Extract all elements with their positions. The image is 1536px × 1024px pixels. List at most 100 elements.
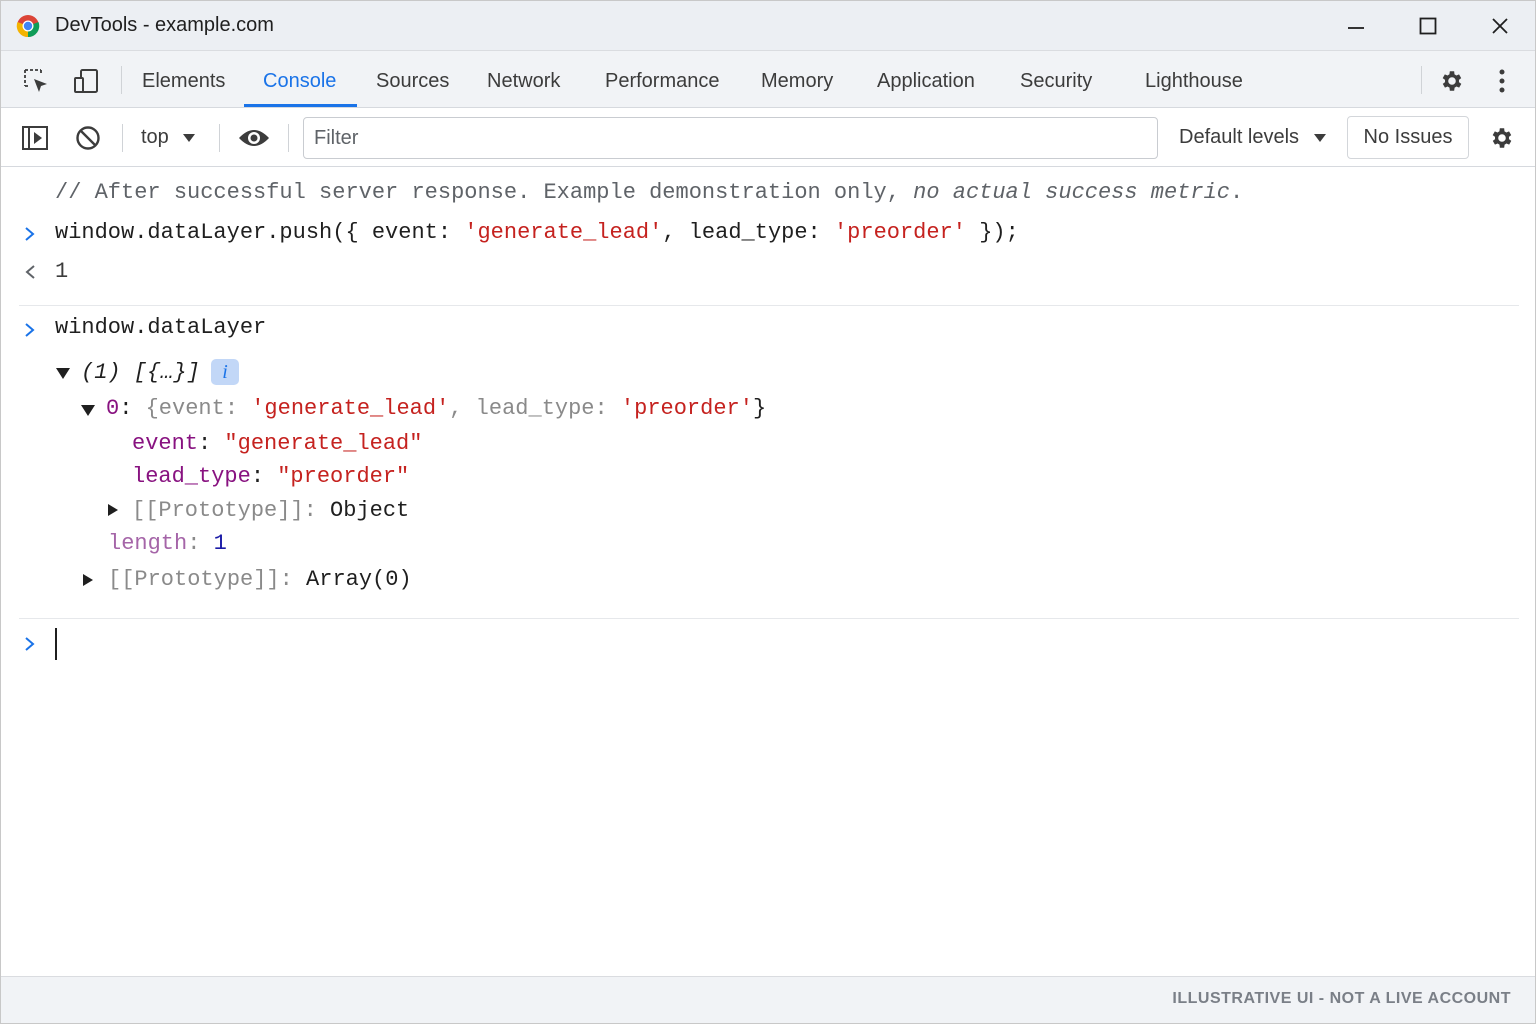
device-toggle-icon xyxy=(74,69,98,93)
property-key: lead_type xyxy=(132,464,251,489)
code-text: {event: xyxy=(145,396,252,421)
comment-end: . xyxy=(1230,180,1244,205)
chevron-down-icon xyxy=(183,134,196,142)
expand-triangle-icon[interactable] xyxy=(56,368,70,379)
eye-icon xyxy=(239,130,269,146)
input-prompt-icon xyxy=(25,227,35,241)
object-prototype[interactable]: [[Prototype]]: Object xyxy=(132,498,409,523)
tab-sources[interactable]: Sources xyxy=(376,51,449,108)
tab-memory[interactable]: Memory xyxy=(761,51,833,108)
comment-italic-text: no actual success metric xyxy=(913,180,1230,205)
show-sidebar-button[interactable] xyxy=(20,123,50,153)
clear-console-icon xyxy=(76,126,100,150)
devtools-window: DevTools - example.com Elements Console xyxy=(0,0,1536,1024)
kebab-menu-icon xyxy=(1499,69,1505,93)
console-output: // After successful server response. Exa… xyxy=(1,168,1535,976)
console-filter-input[interactable] xyxy=(303,117,1158,159)
array-index: 0 xyxy=(106,396,120,421)
property-value: Array(0) xyxy=(306,567,412,592)
message-divider xyxy=(19,305,1519,306)
issues-button[interactable]: No Issues xyxy=(1347,116,1469,159)
active-tab-indicator xyxy=(244,104,357,107)
log-levels-label: Default levels xyxy=(1179,126,1300,148)
context-selector[interactable]: top xyxy=(141,126,196,149)
property-key: length xyxy=(108,531,188,556)
console-comment: // After successful server response. Exa… xyxy=(55,180,1243,205)
property-value: 1 xyxy=(213,531,227,556)
more-options-button[interactable] xyxy=(1489,66,1515,96)
tab-console[interactable]: Console xyxy=(263,51,336,108)
console-settings-button[interactable] xyxy=(1487,123,1517,153)
tab-performance[interactable]: Performance xyxy=(605,51,720,108)
console-toolbar: top Default levels No Issues xyxy=(1,109,1535,167)
input-prompt-icon xyxy=(25,637,35,651)
property-key: event xyxy=(132,431,199,456)
array-prototype[interactable]: [[Prototype]]: Array(0) xyxy=(108,567,412,592)
code-text: : xyxy=(119,396,146,421)
devtools-settings-button[interactable] xyxy=(1437,66,1467,96)
maximize-button[interactable] xyxy=(1413,11,1443,41)
string-literal: 'preorder' xyxy=(620,396,753,421)
input-prompt-icon xyxy=(25,323,35,337)
code-text: , lead_type: xyxy=(662,220,834,245)
chrome-logo-icon xyxy=(16,15,40,38)
minimize-icon xyxy=(1348,27,1364,29)
sidebar-toggle-icon xyxy=(22,126,48,150)
array-summary[interactable]: (1) [{…}] xyxy=(81,360,200,385)
property-key: [[Prototype]] xyxy=(108,567,280,592)
tab-lighthouse[interactable]: Lighthouse xyxy=(1145,51,1243,108)
toolbar-divider xyxy=(219,124,220,152)
collapse-triangle-icon[interactable] xyxy=(83,574,93,586)
footer-bar: ILLUSTRATIVE UI - NOT A LIVE ACCOUNT xyxy=(1,976,1535,1023)
gear-icon xyxy=(1442,71,1462,91)
property-value: Object xyxy=(330,498,410,523)
toolbar-divider xyxy=(122,124,123,152)
live-expression-button[interactable] xyxy=(237,123,271,153)
console-input-line[interactable]: window.dataLayer.push({ event: 'generate… xyxy=(55,220,1019,245)
property-key: [[Prototype]] xyxy=(132,498,304,523)
string-literal: 'generate_lead' xyxy=(464,220,663,245)
maximize-icon xyxy=(1419,17,1437,35)
console-prompt-cursor[interactable] xyxy=(55,628,57,660)
code-text: , lead_type: xyxy=(449,396,621,421)
device-toolbar-button[interactable] xyxy=(71,66,101,96)
inspect-element-button[interactable] xyxy=(21,66,51,96)
panel-tab-bar: Elements Console Sources Network Perform… xyxy=(1,51,1535,108)
clear-console-button[interactable] xyxy=(73,123,103,153)
array-length: length: 1 xyxy=(108,531,227,556)
object-property: lead_type: "preorder" xyxy=(132,464,410,489)
log-levels-dropdown[interactable]: Default levels xyxy=(1179,126,1327,149)
collapse-triangle-icon[interactable] xyxy=(108,504,118,516)
tab-network[interactable]: Network xyxy=(487,51,560,108)
string-literal: 'preorder' xyxy=(833,220,966,245)
message-divider xyxy=(19,618,1519,619)
expand-triangle-icon[interactable] xyxy=(81,405,95,416)
console-input-line[interactable]: window.dataLayer xyxy=(55,315,266,340)
chevron-down-icon xyxy=(1313,134,1326,142)
object-property: event: "generate_lead" xyxy=(132,431,423,456)
code-text: }); xyxy=(966,220,1019,245)
array-item-preview[interactable]: 0: {event: 'generate_lead', lead_type: '… xyxy=(106,396,766,421)
minimize-button[interactable] xyxy=(1341,11,1371,41)
title-bar: DevTools - example.com xyxy=(1,1,1535,51)
toolbar-divider xyxy=(288,124,289,152)
code-text: } xyxy=(752,396,767,421)
property-value: "generate_lead" xyxy=(224,431,423,456)
tab-security[interactable]: Security xyxy=(1020,51,1092,108)
context-selector-value: top xyxy=(141,126,169,148)
console-result-value: 1 xyxy=(55,259,69,284)
inspect-element-icon xyxy=(24,69,47,92)
tab-application[interactable]: Application xyxy=(877,51,975,108)
footer-disclaimer: ILLUSTRATIVE UI - NOT A LIVE ACCOUNT xyxy=(1172,990,1511,1007)
string-literal: 'generate_lead' xyxy=(251,396,450,421)
window-title: DevTools - example.com xyxy=(55,14,274,36)
tab-divider xyxy=(121,66,122,94)
result-arrow-icon xyxy=(25,265,35,279)
tab-divider xyxy=(1421,66,1422,94)
close-button[interactable] xyxy=(1485,11,1515,41)
info-icon[interactable]: i xyxy=(211,359,239,385)
tab-elements[interactable]: Elements xyxy=(142,51,225,108)
comment-text: // After successful server response. Exa… xyxy=(55,180,914,205)
close-icon xyxy=(1492,18,1508,34)
property-value: "preorder" xyxy=(277,464,410,489)
